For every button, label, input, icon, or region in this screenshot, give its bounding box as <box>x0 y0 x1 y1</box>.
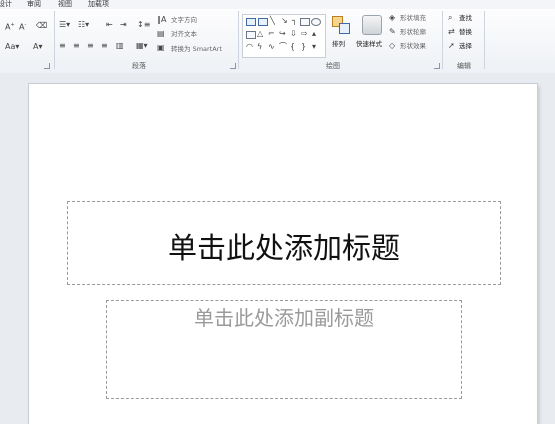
curve-shape-icon[interactable]: ∿ <box>268 42 275 51</box>
shape-effects-icon: ◇ <box>389 41 396 50</box>
distributed-icon[interactable]: ▥ <box>116 41 124 50</box>
align-right-icon[interactable]: ≡ <box>87 41 94 50</box>
line-shape-icon[interactable]: ╲ <box>270 16 275 25</box>
line-spacing-icon[interactable]: ↕≡ <box>137 20 150 29</box>
arrange-front-square <box>339 23 350 34</box>
quick-styles-button[interactable]: 快速样式 <box>356 40 382 48</box>
gallery-more-icon[interactable]: ▾ <box>312 42 316 51</box>
tab-addins[interactable]: 加载项 <box>88 0 109 9</box>
lightning-shape-icon[interactable]: ϟ <box>257 42 262 51</box>
tab-view[interactable]: 视图 <box>58 0 72 9</box>
numbering-icon[interactable]: ☷▾ <box>78 20 89 29</box>
grow-font-icon[interactable]: A+ <box>5 21 15 32</box>
paragraph-dialog-launcher[interactable] <box>230 63 236 69</box>
columns-icon[interactable]: ▦▾ <box>136 41 148 50</box>
arrange-button[interactable]: 排列 <box>332 40 345 48</box>
quick-styles-icon[interactable] <box>362 15 382 35</box>
increase-indent-icon[interactable]: ⇥ <box>120 20 127 29</box>
font-dialog-launcher[interactable] <box>44 63 50 69</box>
group-separator <box>442 11 443 69</box>
find-icon: ⌕ <box>448 13 453 22</box>
paragraph-group-label: 段落 <box>132 62 146 70</box>
convert-smartart-button[interactable]: 转换为 SmartArt <box>171 45 222 53</box>
wave-shape-icon[interactable]: ⌒ <box>279 42 287 51</box>
align-text-icon: ▤ <box>157 29 165 38</box>
drawing-dialog-launcher[interactable] <box>434 63 440 69</box>
replace-button[interactable]: 替换 <box>459 28 472 36</box>
shrink-font-icon[interactable]: A- <box>19 21 26 32</box>
bent-arrow-icon[interactable]: ↪ <box>279 29 286 38</box>
text-direction-icon: ‖A <box>157 15 167 24</box>
select-icon: ➚ <box>448 41 455 50</box>
rounded-rect-shape-icon[interactable] <box>246 31 256 39</box>
shape-outline-icon: ✎ <box>389 27 396 36</box>
rectangle-shape-icon[interactable] <box>300 18 310 26</box>
change-case-icon[interactable]: Aa▾ <box>5 42 19 51</box>
triangle-shape-icon[interactable]: △ <box>257 29 263 38</box>
shapes-gallery[interactable]: ╲ ↘ ┐ △ ⌐ ↪ ⇩ ⇨ ▴ ◠ ϟ ∿ ⌒ { } ▾ <box>242 14 326 58</box>
l-shape-icon[interactable]: ⌐ <box>268 29 275 38</box>
align-left-icon[interactable]: ≡ <box>59 41 66 50</box>
editing-group-label: 编辑 <box>457 62 471 70</box>
align-text-button[interactable]: 对齐文本 <box>171 30 197 38</box>
drawing-group-label: 绘图 <box>326 62 340 70</box>
group-separator <box>238 11 239 69</box>
tab-design[interactable]: 设计 <box>0 0 12 9</box>
group-separator <box>54 11 55 69</box>
arrow-line-shape-icon[interactable]: ↘ <box>281 16 288 25</box>
gallery-scroll-up-icon[interactable]: ▴ <box>312 29 316 38</box>
subtitle-placeholder-text: 单击此处添加副标题 <box>194 306 374 330</box>
right-arrow-shape-icon[interactable]: ⇨ <box>301 29 308 38</box>
title-placeholder-text: 单击此处添加标题 <box>167 231 400 265</box>
shape-fill-icon: ◈ <box>389 13 396 22</box>
shape-fill-button[interactable]: 形状填充 <box>400 14 426 22</box>
arrange-icon[interactable] <box>330 14 352 34</box>
brace-left-shape-icon[interactable]: { <box>290 42 295 51</box>
tab-review[interactable]: 审阅 <box>27 0 41 9</box>
title-placeholder[interactable]: 单击此处添加标题 <box>67 201 501 285</box>
elbow-connector-icon[interactable]: ┐ <box>292 16 297 25</box>
align-center-icon[interactable]: ≡ <box>73 41 80 50</box>
arc-shape-icon[interactable]: ◠ <box>246 42 253 51</box>
font-color-icon[interactable]: A▾ <box>33 42 43 51</box>
replace-icon: ⇄ <box>448 27 455 36</box>
shape-outline-button[interactable]: 形状轮廓 <box>400 28 426 36</box>
shape-effects-button[interactable]: 形状效果 <box>400 42 426 50</box>
clear-formatting-icon[interactable]: ⌫ <box>36 21 47 30</box>
justify-icon[interactable]: ≡ <box>101 41 108 50</box>
textbox-shape-icon[interactable] <box>246 18 256 26</box>
oval-shape-icon[interactable] <box>311 18 321 26</box>
find-button[interactable]: 查找 <box>459 14 472 22</box>
brace-right-shape-icon[interactable]: } <box>301 42 306 51</box>
text-direction-button[interactable]: 文字方向 <box>171 16 197 24</box>
bullets-icon[interactable]: ☰▾ <box>59 20 70 29</box>
subtitle-placeholder[interactable]: 单击此处添加副标题 <box>106 300 462 399</box>
down-arrow-shape-icon[interactable]: ⇩ <box>290 29 297 38</box>
smartart-icon: ▣ <box>157 43 165 52</box>
ribbon: A+ A- ⌫ Aa▾ A▾ ☰▾ ☷▾ ⇤ ⇥ ↕≡ ≡ ≡ ≡ ≡ ▥ ▦▾… <box>0 9 555 74</box>
select-button[interactable]: 选择 <box>459 42 472 50</box>
vertical-textbox-shape-icon[interactable] <box>258 18 268 26</box>
decrease-indent-icon[interactable]: ⇤ <box>106 20 113 29</box>
group-separator <box>484 11 485 69</box>
